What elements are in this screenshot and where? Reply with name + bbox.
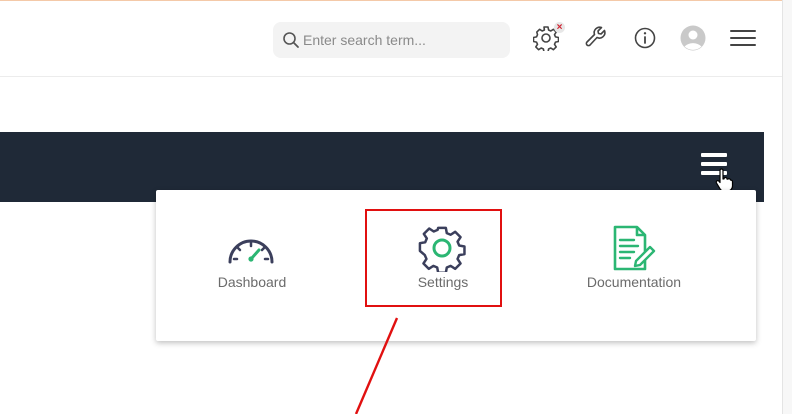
speedometer-icon bbox=[228, 239, 274, 264]
wrench-icon[interactable] bbox=[583, 25, 609, 51]
avatar-icon[interactable] bbox=[680, 25, 706, 51]
scrollbar[interactable] bbox=[782, 0, 792, 414]
hand-cursor-icon bbox=[715, 168, 734, 192]
dropdown-item-documentation[interactable]: Documentation bbox=[534, 190, 734, 341]
search-icon bbox=[283, 32, 299, 48]
document-edit-icon bbox=[613, 225, 656, 271]
search-box[interactable] bbox=[273, 22, 510, 58]
menu-icon[interactable] bbox=[730, 25, 756, 51]
dropdown-item-label: Dashboard bbox=[217, 274, 287, 290]
info-icon[interactable] bbox=[632, 25, 658, 51]
dropdown-item-dashboard[interactable]: Dashboard bbox=[152, 190, 352, 341]
notification-badge: × bbox=[554, 22, 565, 33]
annotation-highlight-box bbox=[365, 209, 502, 307]
dropdown-item-label: Documentation bbox=[586, 274, 682, 290]
top-header bbox=[0, 1, 782, 77]
search-input[interactable] bbox=[303, 22, 503, 58]
